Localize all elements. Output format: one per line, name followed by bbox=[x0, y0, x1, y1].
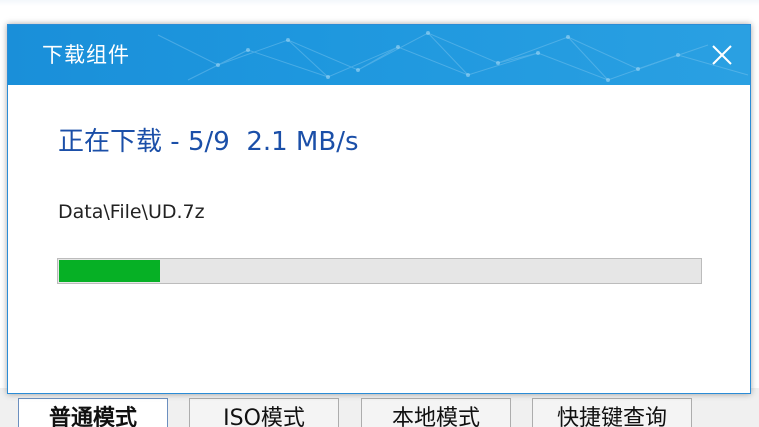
progress-bar-fill bbox=[59, 260, 160, 282]
tab-iso-mode[interactable]: ISO模式 bbox=[189, 398, 339, 427]
dialog-content: 正在下载 - 5/9 2.1 MB/s Data\File\UD.7z bbox=[8, 85, 750, 393]
close-icon bbox=[712, 45, 732, 65]
dialog-titlebar[interactable]: 下载组件 bbox=[8, 25, 750, 85]
download-dialog: 下载组件 正在下载 - 5/9 2.1 MB/s Data\File\UD.7z bbox=[7, 24, 751, 394]
status-label: 正在下载 bbox=[58, 127, 163, 157]
tab-local-mode[interactable]: 本地模式 bbox=[361, 398, 511, 427]
download-speed: 2.1 MB/s bbox=[246, 127, 359, 157]
background-top-strip bbox=[0, 0, 759, 6]
status-separator: - bbox=[170, 127, 180, 157]
dialog-title: 下载组件 bbox=[42, 43, 130, 67]
progress-count: 5/9 bbox=[187, 127, 230, 157]
download-status: 正在下载 - 5/9 2.1 MB/s bbox=[58, 121, 359, 158]
current-file-path: Data\File\UD.7z bbox=[58, 201, 205, 223]
download-progress-bar bbox=[57, 258, 702, 284]
close-button[interactable] bbox=[704, 37, 740, 73]
tab-shortcut-query[interactable]: 快捷键查询 bbox=[532, 398, 692, 427]
tab-normal-mode[interactable]: 普通模式 bbox=[18, 398, 168, 427]
